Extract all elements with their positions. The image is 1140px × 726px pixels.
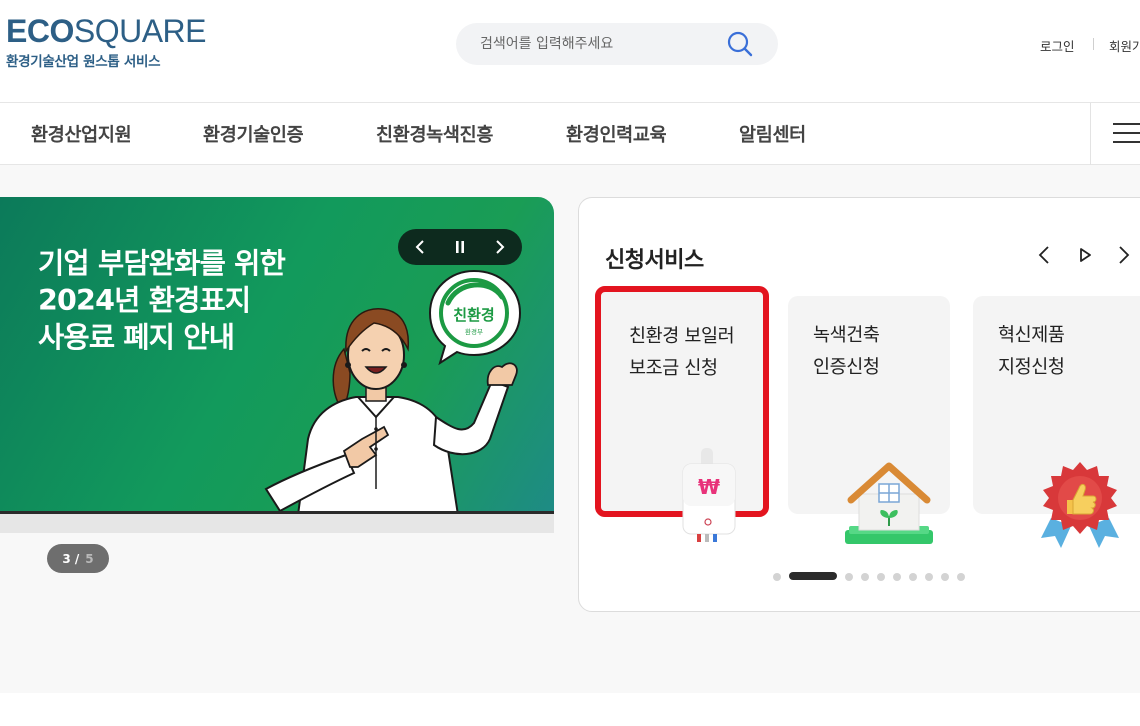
card-title: 혁신제품 지정신청 <box>998 320 1065 384</box>
panel-title: 신청서비스 <box>605 248 704 273</box>
banner-line-2: 2024년 환경표지 <box>38 284 251 317</box>
boiler-icon: ₩ <box>682 448 736 542</box>
services-dot-3[interactable] <box>845 573 853 581</box>
application-services-panel: 신청서비스 친환경 보일러 보조금 신청 ₩ 녹색건축 인증신청 혁신제품 지정… <box>578 197 1140 612</box>
logo-eco: ECO <box>6 13 74 49</box>
services-dot-10[interactable] <box>957 573 965 581</box>
signup-link[interactable]: 회원가 <box>1109 36 1140 55</box>
won-symbol: ₩ <box>698 475 720 499</box>
services-dot-2[interactable] <box>789 572 837 580</box>
services-play-button[interactable] <box>1072 242 1098 268</box>
services-dot-4[interactable] <box>861 573 869 581</box>
services-dot-1[interactable] <box>773 573 781 581</box>
services-dot-5[interactable] <box>877 573 885 581</box>
card-title-line-2: 지정신청 <box>998 357 1065 378</box>
util-divider <box>1093 38 1094 50</box>
banner-line-3: 사용료 폐지 안내 <box>38 321 235 354</box>
search-button[interactable] <box>724 29 756 59</box>
nav-item-tech-certification[interactable]: 환경기술인증 <box>203 121 304 147</box>
banner-prev-button[interactable] <box>400 229 440 265</box>
card-title-line-1: 녹색건축 <box>813 325 880 346</box>
banner-next-button[interactable] <box>480 229 520 265</box>
search-box <box>456 23 778 65</box>
pager-current: 3 / <box>62 551 80 566</box>
services-dot-9[interactable] <box>941 573 949 581</box>
hamburger-menu-icon[interactable] <box>1113 123 1140 145</box>
pause-icon <box>456 241 464 253</box>
house-icon <box>845 462 933 544</box>
search-input[interactable] <box>480 23 720 65</box>
card-title: 녹색건축 인증신청 <box>813 320 880 384</box>
banner-pagination: 3 / 5 <box>47 544 109 573</box>
logo[interactable]: ECOSQUARE 환경기술산업 원스톱 서비스 <box>6 14 206 70</box>
services-dot-8[interactable] <box>925 573 933 581</box>
banner-floor <box>0 511 554 533</box>
card-title: 친환경 보일러 보조금 신청 <box>629 321 735 385</box>
presenter-illustration <box>264 308 518 515</box>
login-link[interactable]: 로그인 <box>1040 36 1075 55</box>
chevron-right-icon <box>496 240 505 254</box>
logo-tagline: 환경기술산업 원스톱 서비스 <box>6 54 161 70</box>
nav-item-notice-center[interactable]: 알림센터 <box>739 121 806 147</box>
logo-square: SQUARE <box>73 13 207 49</box>
nav-item-industry-support[interactable]: 환경산업지원 <box>31 121 132 147</box>
chevron-left-icon <box>415 240 424 254</box>
services-prev-button[interactable] <box>1031 242 1057 268</box>
chevron-right-icon <box>1119 246 1130 264</box>
banner-controls <box>398 229 522 265</box>
logo-wordmark: ECOSQUARE <box>6 14 206 48</box>
search-icon <box>727 31 753 57</box>
services-dot-6[interactable] <box>893 573 901 581</box>
pager-total: 5 <box>85 551 94 566</box>
card-title-line-1: 친환경 보일러 <box>629 326 735 347</box>
services-next-button[interactable] <box>1111 242 1137 268</box>
thumbs-up-badge-icon <box>1041 462 1119 548</box>
card-title-line-2: 인증신청 <box>813 357 880 378</box>
banner-headline: 기업 부담완화를 위한 2024년 환경표지 사용료 폐지 안내 <box>38 245 286 356</box>
banner-pause-button[interactable] <box>440 229 480 265</box>
all-menu-area <box>1090 103 1140 165</box>
chevron-left-icon <box>1038 246 1049 264</box>
main-banner[interactable]: 기업 부담완화를 위한 2024년 환경표지 사용료 폐지 안내 친환경 환경부 <box>0 197 554 533</box>
nav-item-education[interactable]: 환경인력교육 <box>566 121 667 147</box>
card-title-line-2: 보조금 신청 <box>629 358 718 379</box>
card-title-line-1: 혁신제품 <box>998 325 1065 346</box>
site-header: ECOSQUARE 환경기술산업 원스톱 서비스 로그인 회원가 <box>0 0 1140 102</box>
main-nav: 환경산업지원 환경기술인증 친환경녹색진흥 환경인력교육 알림센터 <box>0 102 1140 165</box>
banner-line-1: 기업 부담완화를 위한 <box>38 247 286 280</box>
nav-item-green-promotion[interactable]: 친환경녹색진흥 <box>376 121 493 147</box>
play-icon <box>1080 248 1091 262</box>
services-dot-7[interactable] <box>909 573 917 581</box>
